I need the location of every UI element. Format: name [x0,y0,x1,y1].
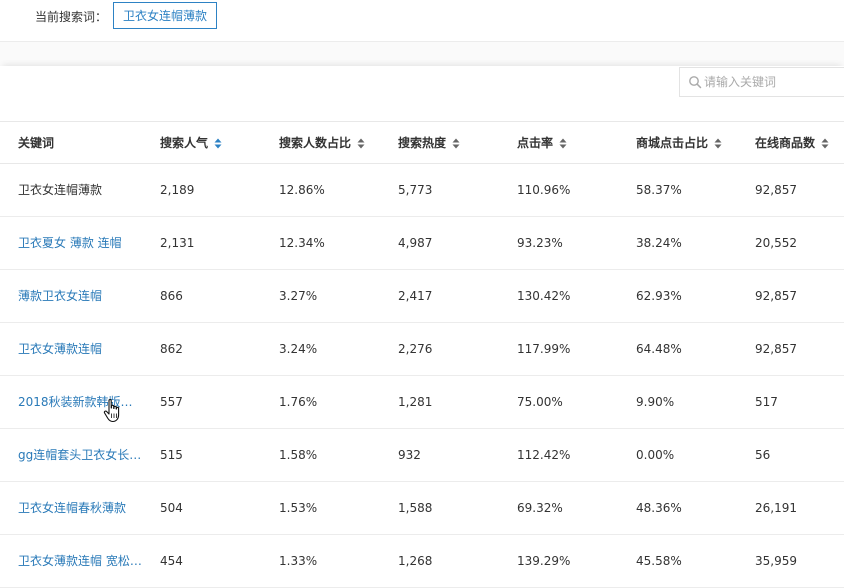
cell-mall-ratio: 45.58% [636,554,682,568]
column-header-label: 在线商品数 [755,136,816,150]
cell-ctr: 117.99% [517,342,571,356]
keyword-link[interactable]: gg连帽套头卫衣女长款薄款 [18,429,143,481]
cell-heat: 932 [398,448,421,462]
cell-mall-ratio: 48.36% [636,501,682,515]
current-search-term[interactable]: 卫衣女连帽薄款 [113,2,218,29]
column-header-mall-ratio[interactable]: 商城点击占比 [636,122,722,164]
cell-online: 92,857 [755,289,797,303]
keyword-link: 卫衣女连帽薄款 [18,183,103,197]
cell-heat: 2,276 [398,342,433,356]
column-header-label: 搜索人数占比 [279,136,352,150]
section-gap [0,42,844,66]
cell-ctr: 69.32% [517,501,563,515]
cell-online: 35,959 [755,554,797,568]
hand-cursor-icon [103,399,120,423]
cell-heat: 1,588 [398,501,433,515]
column-header-online[interactable]: 在线商品数 [755,122,829,164]
table-row: 2018秋装新款韩版卫衣女连帽... 557 1.76% 1,281 75.00% 9.9… [0,376,844,429]
column-header-popularity[interactable]: 搜索人气 [160,122,222,164]
cell-heat: 1,281 [398,395,433,409]
cell-ctr: 110.96% [517,183,571,197]
column-header-share[interactable]: 搜索人数占比 [279,122,365,164]
cell-share: 12.86% [279,183,325,197]
column-header-label: 商城点击占比 [636,136,709,150]
cell-mall-ratio: 38.24% [636,236,682,250]
cell-popularity: 454 [160,554,183,568]
cell-popularity: 866 [160,289,183,303]
cell-popularity: 557 [160,395,183,409]
cell-share: 3.27% [279,289,318,303]
table-row: 卫衣女连帽薄款 2,189 12.86% 5,773 110.96% 58.37% 92,8… [0,164,844,217]
cell-ctr: 112.42% [517,448,571,462]
column-header-keyword: 关键词 [18,122,54,164]
cell-share: 1.58% [279,448,318,462]
cell-popularity: 862 [160,342,183,356]
cell-popularity: 2,131 [160,236,195,250]
table-body: 卫衣女连帽薄款 2,189 12.86% 5,773 110.96% 58.37% 92,8… [0,164,844,588]
cell-heat: 4,987 [398,236,433,250]
cell-share: 1.53% [279,501,318,515]
cell-heat: 1,268 [398,554,433,568]
keyword-link[interactable]: 卫衣女薄款连帽 宽松 韩版 [18,535,143,587]
search-icon [689,76,702,89]
table-row: 薄款卫衣女连帽 866 3.27% 2,417 130.42% 62.93% 92,857 [0,270,844,323]
cell-online: 26,191 [755,501,797,515]
cell-popularity: 2,189 [160,183,195,197]
cell-share: 1.76% [279,395,318,409]
column-header-label: 搜索热度 [398,136,447,150]
cell-ctr: 139.29% [517,554,571,568]
table-row: 卫衣女薄款连帽 862 3.24% 2,276 117.99% 64.48% 92,857 [0,323,844,376]
cell-online: 20,552 [755,236,797,250]
keyword-link[interactable]: 卫衣女连帽春秋薄款 [18,482,143,534]
table-row: 卫衣夏女 薄款 连帽 2,131 12.34% 4,987 93.23% 38.24% 20… [0,217,844,270]
top-bar: 当前搜索词： 卫衣女连帽薄款 [0,0,844,42]
cell-online: 92,857 [755,183,797,197]
keyword-search-box[interactable] [679,67,844,97]
keyword-link[interactable]: 薄款卫衣女连帽 [18,270,143,322]
cell-online: 92,857 [755,342,797,356]
table-row: 卫衣女连帽春秋薄款 504 1.53% 1,588 69.32% 48.36% 26,191 [0,482,844,535]
keyword-link[interactable]: 2018秋装新款韩版卫衣女连帽... [18,376,143,428]
cell-mall-ratio: 58.37% [636,183,682,197]
keyword-search-input[interactable] [704,68,844,96]
sort-icon[interactable] [559,138,567,149]
sort-icon[interactable] [821,138,829,149]
column-header-label: 点击率 [517,136,554,150]
cell-popularity: 515 [160,448,183,462]
table-row: 卫衣女薄款连帽 宽松 韩版 454 1.33% 1,268 139.29% 45.58% 3… [0,535,844,588]
table-row: gg连帽套头卫衣女长款薄款 515 1.58% 932 112.42% 0.00% 56 [0,429,844,482]
table-header: 关键词 搜索人气 搜索人数占比 搜索热度 点击率 商城点击占比 在线商品数 [0,121,844,164]
cell-share: 12.34% [279,236,325,250]
sort-icon[interactable] [714,138,722,149]
keyword-table: 关键词 搜索人气 搜索人数占比 搜索热度 点击率 商城点击占比 在线商品数 卫衣女连帽薄款 2… [0,121,844,588]
sort-icon[interactable] [357,138,365,149]
cell-heat: 2,417 [398,289,433,303]
cell-mall-ratio: 64.48% [636,342,682,356]
cell-share: 3.24% [279,342,318,356]
column-header-label: 搜索人气 [160,136,209,150]
column-header-ctr[interactable]: 点击率 [517,122,567,164]
cell-ctr: 75.00% [517,395,563,409]
cell-mall-ratio: 9.90% [636,395,675,409]
cell-popularity: 504 [160,501,183,515]
cell-share: 1.33% [279,554,318,568]
column-header-label: 关键词 [18,136,55,150]
cell-ctr: 93.23% [517,236,563,250]
cell-ctr: 130.42% [517,289,571,303]
current-search-label: 当前搜索词： [35,10,108,24]
sort-icon[interactable] [214,138,222,149]
keyword-link[interactable]: 卫衣夏女 薄款 连帽 [18,217,143,269]
sort-icon[interactable] [452,138,460,149]
column-header-heat[interactable]: 搜索热度 [398,122,460,164]
keyword-link[interactable]: 卫衣女薄款连帽 [18,323,143,375]
cell-mall-ratio: 62.93% [636,289,682,303]
cell-heat: 5,773 [398,183,433,197]
cell-online: 56 [755,448,771,462]
cell-mall-ratio: 0.00% [636,448,675,462]
cell-online: 517 [755,395,778,409]
